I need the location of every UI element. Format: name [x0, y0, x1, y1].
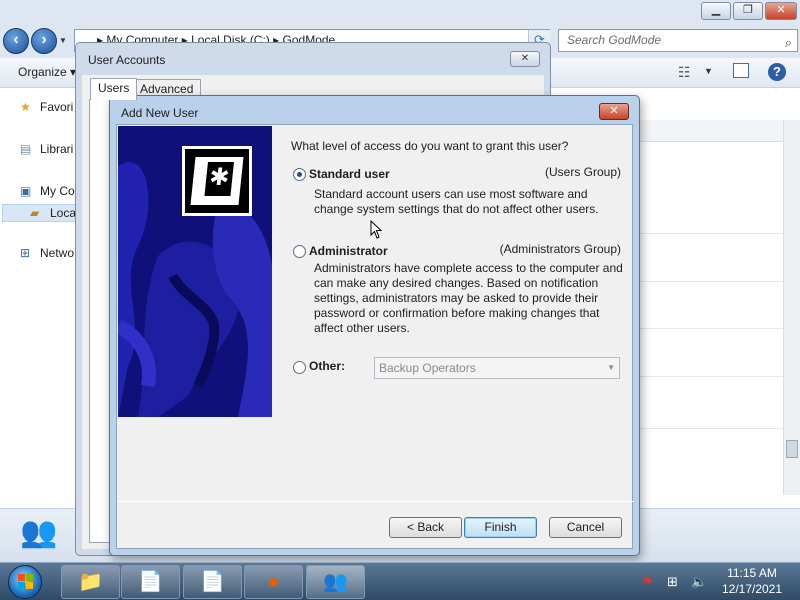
back-arrow-icon[interactable]: ‹ [3, 28, 29, 54]
explorer-titlebar: ▁ ❐ ✕ [0, 0, 800, 26]
dialog-body: ✱ What level of access do you want to gr… [116, 124, 634, 549]
network-icon: ⊞ [20, 246, 31, 260]
sidebar-item-libraries[interactable]: ▤ Librari [20, 142, 73, 156]
administrator-group: (Administrators Group) [499, 242, 621, 256]
forward-arrow-icon[interactable]: › [31, 28, 57, 54]
start-button[interactable] [8, 565, 42, 599]
action-center-flag-icon[interactable]: ⚑ [642, 574, 654, 590]
other-radio[interactable] [293, 361, 306, 374]
mouse-cursor-icon [370, 220, 383, 239]
finish-button[interactable]: Finish [464, 517, 537, 538]
close-button[interactable]: ✕ [599, 103, 629, 120]
row-divider [640, 376, 785, 377]
row-divider [640, 233, 785, 234]
administrator-radio[interactable] [293, 245, 306, 258]
divider [117, 501, 634, 502]
maximize-button[interactable]: ❐ [733, 2, 763, 20]
preview-pane-icon[interactable] [733, 63, 749, 78]
add-new-user-dialog: Add New User ✕ ✱ What level of access do… [109, 95, 640, 556]
taskbar-notepad-button[interactable]: 📄 [121, 565, 180, 599]
other-group-select[interactable]: Backup Operators ▼ [374, 357, 620, 379]
close-button[interactable]: ✕ [765, 2, 797, 20]
recent-pages-chevron-icon[interactable]: ▼ [59, 36, 67, 45]
standard-user-radio[interactable] [293, 168, 306, 181]
users-icon: 👥 [20, 516, 58, 549]
sidebar-item-favorites[interactable]: ★ Favori [20, 100, 73, 114]
search-placeholder: Search GodMode [567, 33, 662, 47]
file-list-pane [640, 88, 800, 508]
access-question: What level of access do you want to gran… [291, 139, 569, 153]
views-chevron-icon[interactable]: ▼ [704, 66, 713, 76]
taskbar-user-accounts-button[interactable]: 👥 [306, 565, 365, 599]
clock-date[interactable]: 12/17/2021 [712, 582, 792, 596]
document-icon: 📄 [200, 571, 225, 593]
tab-users[interactable]: Users [90, 78, 138, 100]
navigation-pane: ★ Favori ▤ Librari ▣ My Co ▰ Loca ⊞ Netwo [0, 88, 78, 508]
taskbar-explorer-button[interactable]: 📁 [61, 565, 120, 599]
cancel-button[interactable]: Cancel [549, 517, 622, 538]
taskbar: 📁 📄 📄 ● 👥 ⚑ ⊞ 🔈 11:15 AM 12/17/2021 [0, 562, 800, 600]
close-button[interactable]: ✕ [510, 51, 540, 67]
help-icon[interactable]: ? [768, 63, 786, 81]
other-group-value: Backup Operators [379, 361, 476, 375]
scrollbar-thumb[interactable] [786, 440, 798, 458]
wizard-banner: ✱ [118, 126, 272, 417]
library-icon: ▤ [20, 142, 32, 156]
sidebar-item-local-disk[interactable]: ▰ Loca [30, 206, 76, 220]
folder-icon: 📁 [78, 571, 103, 593]
search-icon[interactable]: ⌕ [785, 32, 792, 53]
standard-user-group: (Users Group) [544, 165, 621, 179]
administrator-description: Administrators have complete access to t… [314, 261, 623, 335]
other-label[interactable]: Other: [309, 359, 345, 373]
users-icon: 👥 [323, 571, 348, 593]
minimize-button[interactable]: ▁ [701, 2, 731, 20]
user-key-icon: ✱ [182, 146, 252, 216]
views-icon[interactable]: ☷ [678, 64, 691, 81]
dialog-title: User Accounts [88, 53, 166, 67]
star-icon: ★ [20, 100, 31, 114]
standard-user-description: Standard account users can use most soft… [314, 187, 599, 216]
clock-time[interactable]: 11:15 AM [712, 566, 792, 580]
back-button[interactable]: < Back [389, 517, 462, 538]
firefox-icon: ● [267, 571, 280, 593]
sidebar-item-my-computer[interactable]: ▣ My Co [20, 184, 75, 198]
row-divider [640, 328, 785, 329]
volume-icon[interactable]: 🔈 [691, 574, 707, 590]
organize-button[interactable]: Organize ▾ [18, 65, 76, 79]
taskbar-firefox-button[interactable]: ● [244, 565, 303, 599]
dialog-title: Add New User [121, 106, 199, 120]
row-divider [640, 281, 785, 282]
drive-icon: ▰ [30, 206, 40, 220]
document-icon: 📄 [138, 571, 163, 593]
chevron-down-icon: ▼ [607, 363, 615, 372]
network-icon[interactable]: ⊞ [667, 574, 678, 590]
windows-logo-icon [18, 574, 33, 589]
standard-user-label[interactable]: Standard user [309, 167, 390, 181]
sidebar-item-network[interactable]: ⊞ Netwo [20, 246, 74, 260]
vertical-scrollbar[interactable] [783, 120, 800, 495]
search-input[interactable]: Search GodMode ⌕ [558, 29, 798, 52]
column-header [640, 120, 800, 142]
computer-icon: ▣ [20, 184, 32, 198]
administrator-label[interactable]: Administrator [309, 244, 388, 258]
row-divider [640, 428, 785, 429]
taskbar-notepad-button[interactable]: 📄 [183, 565, 242, 599]
